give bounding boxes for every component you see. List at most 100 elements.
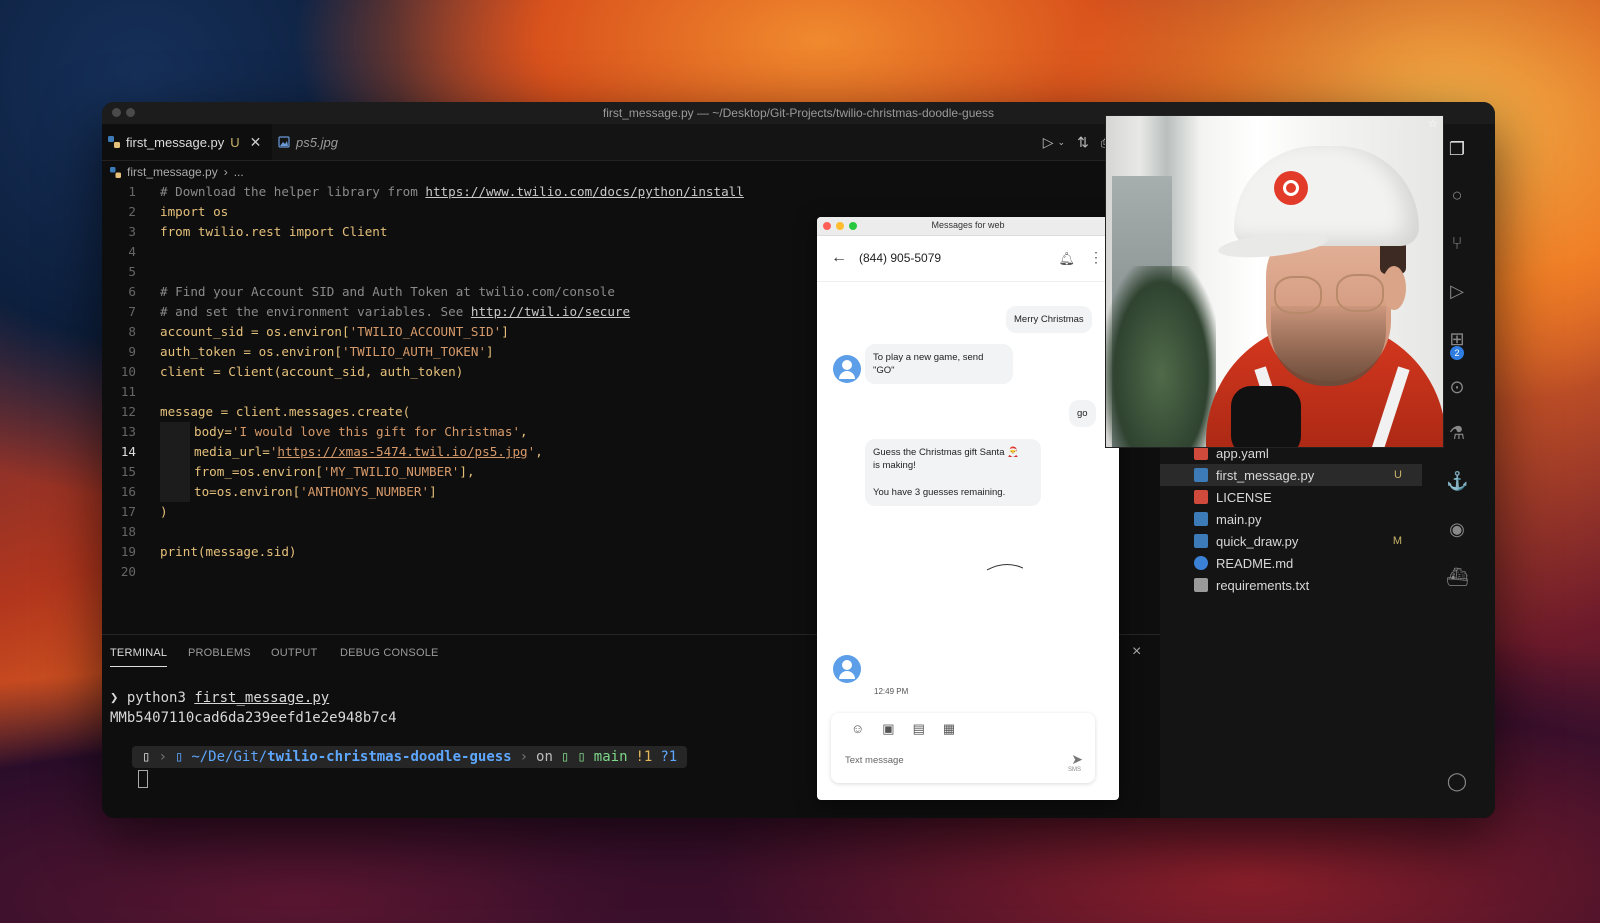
line-number: 5 (128, 264, 136, 279)
file-name: quick_draw.py (1216, 533, 1299, 549)
line-number: 12 (120, 404, 136, 419)
gif-icon[interactable]: ▤ (913, 721, 925, 737)
line-number: 1 (128, 184, 136, 199)
message-input[interactable]: Text message (845, 755, 904, 766)
close-icon[interactable]: ✕ (250, 134, 262, 151)
message-line: is making! (873, 460, 916, 471)
line-number: 19 (120, 544, 136, 559)
line-number: 20 (120, 564, 136, 579)
file-item[interactable]: quick_draw.py M (1160, 530, 1422, 552)
file-item[interactable]: requirements.txt (1160, 574, 1422, 596)
webcam-microphone (1231, 386, 1301, 447)
more-options-icon[interactable]: ⋮ (1089, 249, 1103, 266)
code-text: client = Client(account_sid, auth_token) (160, 364, 464, 379)
docker-icon[interactable]: ⛴ (1446, 566, 1469, 588)
python-file-icon (108, 136, 120, 148)
code-link[interactable]: https://www.twilio.com/docs/python/insta… (425, 184, 743, 199)
testing-icon[interactable]: ⚗ (1446, 422, 1468, 444)
command-arg: first_message.py (194, 690, 330, 706)
compare-icon[interactable]: ⇅ (1077, 134, 1089, 151)
file-item[interactable]: first_message.py U (1160, 464, 1422, 486)
folder-icon: ▯ (174, 749, 184, 765)
anchor-icon[interactable]: ⚓ (1446, 470, 1468, 492)
breadcrumb-rest[interactable]: ... (234, 165, 244, 179)
file-item[interactable]: main.py (1160, 508, 1422, 530)
run-debug-icon[interactable]: ▷ (1446, 280, 1468, 302)
command: python3 (126, 690, 186, 706)
code-editor[interactable]: 1 # Download the helper library from http… (102, 182, 814, 634)
code-line: 16 to=os.environ['ANTHONYS_NUMBER'] (102, 482, 437, 502)
star-icon: ☆ (1428, 118, 1438, 130)
tab-ps5-image[interactable]: ps5.jpg (278, 124, 338, 160)
code-text: auth_token = os.environ[ (160, 344, 342, 359)
run-icon[interactable]: ▷ (1043, 134, 1054, 151)
line-number: 4 (128, 244, 136, 259)
line-number: 6 (128, 284, 136, 299)
source-control-icon[interactable]: ⑂ (1446, 232, 1468, 254)
tab-problems[interactable]: PROBLEMS (188, 647, 251, 659)
terminal[interactable]: ❯ python3 first_message.py MMb5407110cad… (102, 672, 822, 818)
prompt-status: !1 (635, 749, 653, 765)
chevron-down-icon[interactable]: ⌄ (1058, 137, 1066, 148)
incoming-message: Guess the Christmas gift Santa 🎅 is maki… (865, 439, 1041, 506)
code-string: 'ANTHONYS_NUMBER' (300, 484, 430, 499)
line-number: 16 (120, 484, 136, 499)
prompt-path: ~/De/Git/ (191, 749, 268, 765)
tab-terminal[interactable]: TERMINAL (110, 647, 168, 667)
search-icon[interactable]: ○ (1446, 184, 1468, 206)
file-name: first_message.py (1216, 467, 1315, 483)
webcam-glasses-lens (1336, 274, 1384, 312)
close-icon[interactable]: × (1132, 643, 1141, 661)
file-item[interactable]: README.md (1160, 552, 1422, 574)
prompt-bar: ▯ › ▯ ~/De/Git/twilio-christmas-doodle-g… (132, 746, 688, 768)
code-link[interactable]: https://xmas-5474.twil.io/ps5.jpg (277, 444, 527, 459)
tab-output[interactable]: OUTPUT (271, 647, 317, 659)
code-line: 12 message = client.messages.create( (102, 402, 410, 422)
line-number: 3 (128, 224, 136, 239)
prompt-on: on (536, 749, 553, 765)
emoji-icon[interactable]: ☺ (851, 721, 864, 737)
file-item[interactable]: LICENSE (1160, 486, 1422, 508)
code-line: 14 media_url='https://xmas-5474.twil.io/p… (102, 442, 543, 462)
spotify-icon[interactable]: ◉ (1446, 518, 1468, 540)
tab-label: first_message.py (126, 134, 225, 150)
prompt-symbol: ❯ (110, 690, 119, 706)
line-number: 14 (120, 444, 136, 459)
tab-debug-console[interactable]: DEBUG CONSOLE (340, 647, 439, 659)
outgoing-message: go (1069, 400, 1096, 427)
code-line: 1 # Download the helper library from http… (102, 182, 743, 202)
code-text: from twilio.rest import Client (160, 224, 388, 239)
file-explorer: app.yaml first_message.py U LICENSE main.… (1160, 440, 1422, 818)
back-arrow-icon[interactable]: ← (831, 249, 847, 267)
explorer-icon[interactable]: ❐ (1446, 138, 1468, 160)
messages-window-title: Messages for web (931, 220, 1005, 230)
account-icon[interactable]: ◯ (1446, 770, 1468, 792)
remote-icon[interactable]: ⊙ (1446, 376, 1468, 398)
tab-first-message[interactable]: first_message.py U ✕ (102, 124, 272, 160)
git-icon: ▯ (560, 749, 570, 765)
conversation-header: ← (844) 905-5079 🔔︎ ⋮ (817, 235, 1119, 282)
file-name: main.py (1216, 511, 1262, 527)
attach-image-icon[interactable]: ▦ (943, 721, 955, 737)
terminal-icon: ▯ (142, 749, 151, 765)
breadcrumb-file[interactable]: first_message.py (127, 165, 218, 179)
code-link[interactable]: http://twil.io/secure (471, 304, 630, 319)
send-icon[interactable]: ➤ (1071, 751, 1083, 768)
webcam-person-cap (1234, 146, 1419, 246)
file-status-badge: U (1394, 469, 1402, 481)
image-file-icon (278, 136, 290, 148)
python-file-icon (110, 166, 121, 178)
code-line: 19 print(message.sid) (102, 542, 297, 562)
contact-number: (844) 905-5079 (859, 251, 942, 265)
code-string: 'I would love this gift for Christmas' (231, 424, 521, 439)
line-number: 11 (120, 384, 136, 399)
incoming-message: To play a new game, send "GO" (865, 344, 1013, 384)
code-line: 7 # and set the environment variables. Se… (102, 302, 630, 322)
code-text: account_sid = os.environ[ (160, 324, 350, 339)
sticker-icon[interactable]: ▣ (882, 721, 894, 737)
code-line: 4 (102, 242, 136, 262)
bell-icon[interactable]: 🔔︎ (1058, 251, 1075, 267)
chevron-right-icon: › (223, 165, 228, 179)
message-line: Guess the Christmas gift Santa 🎅 (873, 447, 1019, 458)
code-text: import os (160, 204, 229, 219)
